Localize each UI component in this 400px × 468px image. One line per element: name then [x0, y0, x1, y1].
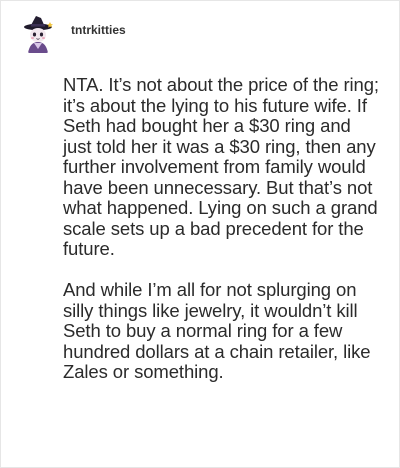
witch-cat-avatar-icon: [17, 13, 59, 55]
avatar[interactable]: [17, 13, 59, 55]
post-paragraph: And while I’m all for not splurging on s…: [63, 279, 371, 382]
post-body: NTA. It’s not about the price of the rin…: [63, 74, 381, 383]
post-header: tntrkitties: [17, 13, 126, 55]
post-card: tntrkitties NTA. It’s not about the pric…: [0, 0, 400, 468]
username[interactable]: tntrkitties: [71, 23, 126, 37]
post-paragraph: NTA. It’s not about the price of the rin…: [63, 74, 379, 259]
